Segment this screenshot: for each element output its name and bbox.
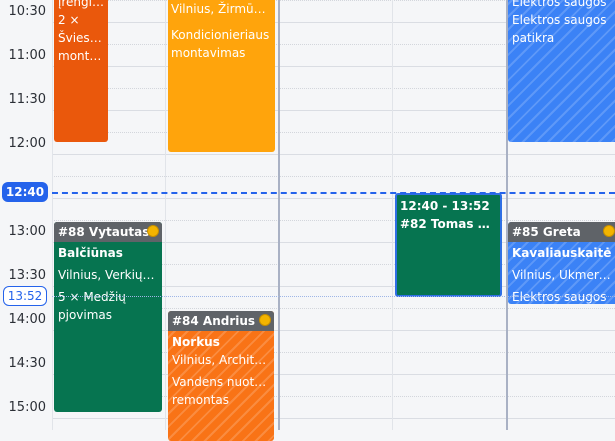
event-service: Elektros saugos xyxy=(512,0,607,9)
time-label: 14:30 xyxy=(8,356,46,371)
event-service: remontas xyxy=(172,393,229,407)
event-client-name: Norkus xyxy=(172,335,220,349)
event-client-name: Balčiūnas xyxy=(58,246,123,260)
event-title: #82 Tomas Vait… xyxy=(400,217,497,231)
time-column: 10:30 11:00 11:30 12:00 13:00 13:30 14:0… xyxy=(0,0,52,430)
event-card[interactable]: #85 Greta Kavaliauskaitė Vilnius, Ukmerg… xyxy=(508,222,615,304)
time-label: 14:00 xyxy=(8,312,46,327)
time-label: 13:00 xyxy=(8,224,46,239)
event-service: Kondicionieriaus xyxy=(171,28,270,42)
hover-time-line xyxy=(52,296,615,297)
status-dot-icon xyxy=(603,225,615,237)
event-address: Vilnius, Verkių g. … xyxy=(58,268,158,282)
event-address: Vilnius, Ukmergė… xyxy=(512,268,614,282)
time-label: 13:30 xyxy=(8,268,46,283)
current-time-line xyxy=(52,192,615,194)
event-card-selected[interactable]: 12:40 - 13:52 #82 Tomas Vait… xyxy=(395,193,502,297)
time-label: 11:30 xyxy=(8,92,46,107)
event-service: 2 × xyxy=(58,13,80,27)
event-header: #84 Andrius xyxy=(168,311,274,331)
time-label: 11:00 xyxy=(8,48,46,63)
event-service: pjovimas xyxy=(58,308,113,322)
event-service: įrengimas xyxy=(58,0,104,9)
time-label: 12:00 xyxy=(8,136,46,151)
event-service: Vandens nuotėkio xyxy=(172,375,270,389)
event-card[interactable]: Vilnius, Žirmūnų … Kondicionieriaus mont… xyxy=(168,0,275,152)
event-card[interactable]: įrengimas 2 × Šviestuvo montavim xyxy=(54,0,108,142)
time-label: 15:00 xyxy=(8,400,46,415)
event-service: Elektros saugos xyxy=(512,13,607,27)
current-time-badge: 12:40 xyxy=(2,182,48,202)
event-card[interactable]: #88 Vytautas Balčiūnas Vilnius, Verkių g… xyxy=(54,222,162,412)
event-service: 5 × Medžių xyxy=(58,290,126,304)
event-service: montavim xyxy=(58,49,104,63)
event-service: Šviestuvo xyxy=(58,31,104,45)
hover-time-badge: 13:52 xyxy=(3,286,47,306)
time-label: 10:30 xyxy=(8,4,46,19)
event-service: montavimas xyxy=(171,46,246,60)
event-header: #85 Greta xyxy=(508,222,615,242)
status-dot-icon xyxy=(259,314,271,326)
event-time: 12:40 - 13:52 xyxy=(400,199,490,213)
event-address: Vilnius, Žirmūnų … xyxy=(171,2,271,16)
event-header: #88 Vytautas xyxy=(54,222,162,242)
event-card[interactable]: Elektros saugos Elektros saugos patikra xyxy=(508,0,615,142)
event-address: Vilnius, Architekt… xyxy=(172,353,270,367)
event-card[interactable]: #84 Andrius Norkus Vilnius, Architekt… V… xyxy=(168,311,274,441)
event-client-name: Kavaliauskaitė xyxy=(512,246,612,260)
event-service: patikra xyxy=(512,31,555,45)
status-dot-icon xyxy=(147,225,159,237)
